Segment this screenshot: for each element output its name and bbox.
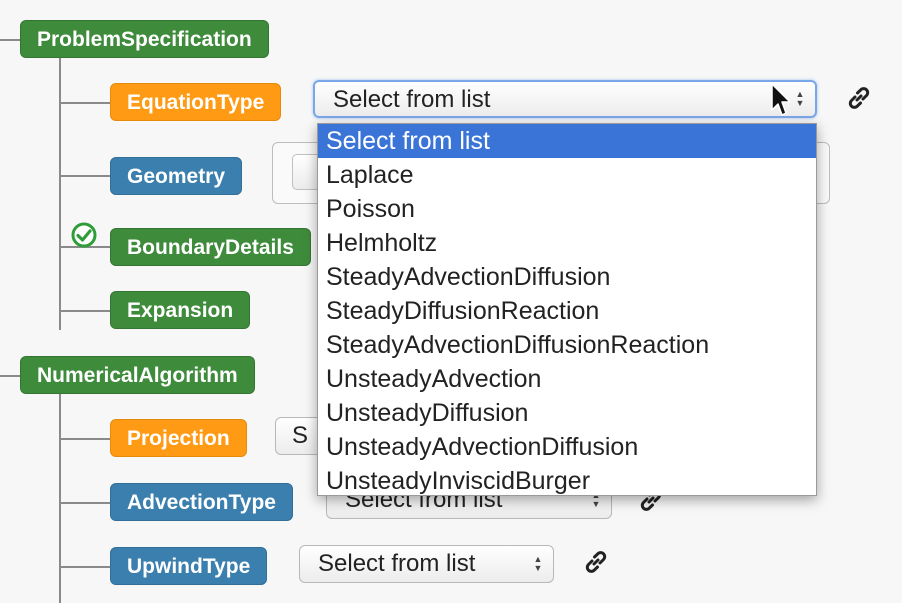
tree-line: [59, 310, 111, 312]
upwind-type-select-value: Select from list: [318, 550, 476, 577]
tag-expansion[interactable]: Expansion: [110, 291, 251, 329]
tree-line: [0, 39, 20, 41]
tag-equation-type[interactable]: EquationType: [110, 83, 282, 121]
select-arrows-icon: ▲▼: [795, 89, 805, 108]
tree-line: [0, 375, 20, 377]
tree-line: [59, 438, 111, 440]
tag-upwind-type[interactable]: UpwindType: [110, 547, 268, 585]
dropdown-option[interactable]: SteadyAdvectionDiffusionReaction: [318, 328, 816, 362]
equation-type-select[interactable]: Select from list ▲ ▼: [313, 80, 817, 118]
tree-line: [59, 394, 61, 603]
tree-line: [59, 566, 111, 568]
dropdown-option[interactable]: UnsteadyDiffusion: [318, 396, 816, 430]
tree-line: [59, 102, 111, 104]
tag-geometry[interactable]: Geometry: [110, 157, 243, 195]
dropdown-option[interactable]: UnsteadyInviscidBurger: [318, 464, 816, 495]
mouse-pointer-icon: [771, 83, 791, 116]
dropdown-option[interactable]: SteadyAdvectionDiffusion: [318, 260, 816, 294]
link-icon[interactable]: [582, 548, 610, 576]
tree-line: [59, 58, 61, 330]
equation-type-select-value: Select from list: [333, 86, 491, 113]
projection-select-value: S: [292, 422, 309, 449]
tag-problem-specification[interactable]: ProblemSpecification: [20, 20, 269, 58]
tag-boundary-details[interactable]: BoundaryDetails: [110, 228, 311, 266]
tag-numerical-algorithm[interactable]: NumericalAlgorithm: [20, 356, 255, 394]
dropdown-option[interactable]: UnsteadyAdvection: [318, 362, 816, 396]
tag-advection-type[interactable]: AdvectionType: [110, 483, 293, 521]
check-circle-icon: [71, 222, 97, 248]
dropdown-option[interactable]: Poisson: [318, 192, 816, 226]
tree-line: [59, 502, 111, 504]
dropdown-option[interactable]: Laplace: [318, 158, 816, 192]
dropdown-option[interactable]: Select from list: [318, 124, 816, 158]
tag-projection[interactable]: Projection: [110, 419, 247, 457]
link-icon[interactable]: [845, 84, 873, 112]
upwind-type-select[interactable]: Select from list ▲ ▼: [299, 545, 554, 583]
dropdown-option[interactable]: Helmholtz: [318, 226, 816, 260]
select-arrows-icon: ▲▼: [533, 554, 543, 573]
tree-line: [59, 175, 111, 177]
dropdown-option[interactable]: SteadyDiffusionReaction: [318, 294, 816, 328]
dropdown-option[interactable]: UnsteadyAdvectionDiffusion: [318, 430, 816, 464]
equation-type-dropdown: Select from list Laplace Poisson Helmhol…: [317, 123, 817, 496]
